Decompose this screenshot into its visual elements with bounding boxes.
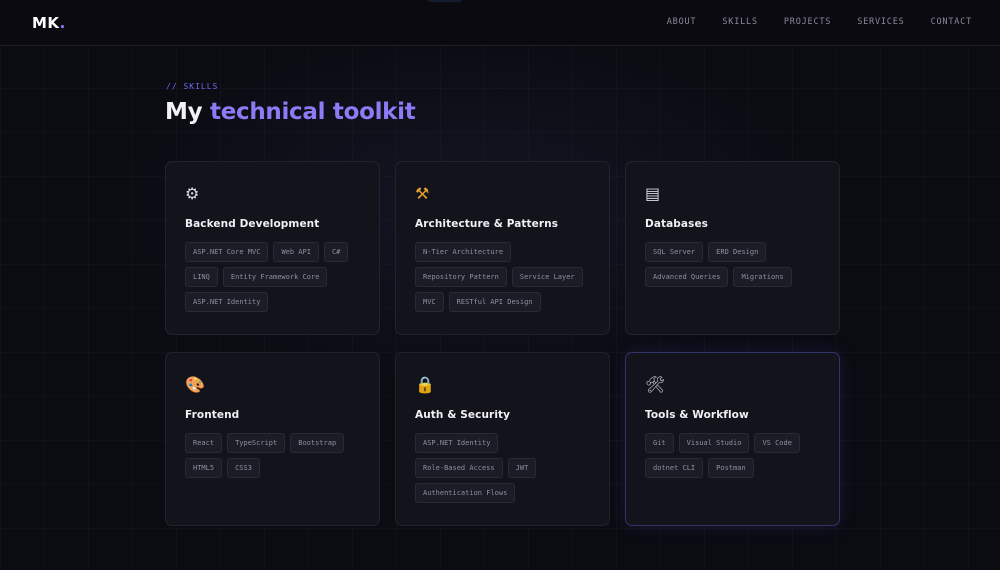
skill-tag: Service Layer [511, 267, 583, 287]
card-title: Architecture & Patterns [415, 218, 559, 230]
tag-list: SQL Server ERD Design Advanced Queries M… [645, 242, 820, 287]
file-cabinet-icon: ▤ [645, 184, 661, 203]
title-plain: My [165, 99, 210, 125]
nav-link-skills[interactable]: SKILLS [722, 17, 758, 27]
skill-tag: C# [323, 242, 349, 262]
skill-card-frontend: 🎨 Frontend React TypeScript Bootstrap HT… [165, 352, 380, 526]
site-header: MK. ABOUT SKILLS PROJECTS SERVICES CONTA… [0, 0, 1000, 46]
site-logo[interactable]: MK. [32, 14, 66, 32]
card-title: Auth & Security [415, 409, 511, 421]
skill-tag: Postman [708, 458, 754, 478]
skill-card-backend: ⚙ Backend Development ASP.NET Core MVC W… [165, 161, 380, 335]
main-nav: ABOUT SKILLS PROJECTS SERVICES CONTACT [667, 17, 972, 27]
skill-tag: React [185, 433, 223, 453]
title-accent: technical toolkit [210, 99, 416, 125]
card-title: Databases [645, 218, 709, 230]
card-title: Backend Development [185, 218, 320, 230]
skill-tag: ERD Design [708, 242, 767, 262]
skill-tag: Bootstrap [290, 433, 345, 453]
section-tag: // SKILLS [166, 82, 219, 91]
nav-link-services[interactable]: SERVICES [857, 17, 904, 27]
skill-tag: VS Code [754, 433, 800, 453]
gear-icon: ⚙ [185, 184, 200, 203]
skill-tag: Role-Based Access [415, 458, 503, 478]
skill-card-architecture: ⚒ Architecture & Patterns N-Tier Archite… [395, 161, 610, 335]
lock-icon: 🔒 [415, 375, 435, 394]
skill-tag: MVC [415, 292, 444, 312]
palette-icon: 🎨 [185, 375, 205, 394]
hammer-and-pick-icon: ⚒ [415, 184, 430, 203]
card-title: Frontend [185, 409, 240, 421]
skill-tag: Visual Studio [678, 433, 750, 453]
skill-tag: N-Tier Architecture [415, 242, 512, 262]
skill-card-auth-security: 🔒 Auth & Security ASP.NET Identity Role-… [395, 352, 610, 526]
skill-tag: ASP.NET Core MVC [185, 242, 269, 262]
logo-dot: . [59, 14, 66, 32]
skill-card-databases: ▤ Databases SQL Server ERD Design Advanc… [625, 161, 840, 335]
skill-tag: Advanced Queries [645, 267, 729, 287]
tag-list: ASP.NET Identity Role-Based Access JWT A… [415, 433, 590, 503]
skill-tag: Authentication Flows [415, 483, 516, 503]
nav-link-contact[interactable]: CONTACT [931, 17, 972, 27]
tag-list: Git Visual Studio VS Code dotnet CLI Pos… [645, 433, 820, 478]
skill-tag: HTML5 [185, 458, 223, 478]
nav-link-about[interactable]: ABOUT [667, 17, 697, 27]
skill-card-tools-workflow: 🛠 Tools & Workflow Git Visual Studio VS … [625, 352, 840, 526]
skill-tag: LINQ [185, 267, 218, 287]
tools-icon: 🛠 [645, 375, 666, 394]
skill-tag: Migrations [733, 267, 792, 287]
skill-tag: RESTful API Design [448, 292, 541, 312]
nav-link-projects[interactable]: PROJECTS [784, 17, 831, 27]
skill-tag: Entity Framework Core [222, 267, 328, 287]
skills-grid: ⚙ Backend Development ASP.NET Core MVC W… [165, 161, 840, 526]
skill-tag: TypeScript [227, 433, 286, 453]
card-title: Tools & Workflow [645, 409, 749, 421]
tag-list: ASP.NET Core MVC Web API C# LINQ Entity … [185, 242, 360, 312]
skill-tag: Web API [273, 242, 319, 262]
skill-tag: dotnet CLI [645, 458, 704, 478]
skill-tag: Git [645, 433, 674, 453]
logo-text: MK [32, 14, 60, 32]
skill-tag: ASP.NET Identity [185, 292, 269, 312]
skill-tag: ASP.NET Identity [415, 433, 499, 453]
tag-list: React TypeScript Bootstrap HTML5 CSS3 [185, 433, 360, 478]
skill-tag: JWT [507, 458, 537, 478]
section-title: My technical toolkit [165, 99, 416, 125]
skill-tag: Repository Pattern [415, 267, 507, 287]
skill-tag: CSS3 [227, 458, 260, 478]
tag-list: N-Tier Architecture Repository Pattern S… [415, 242, 590, 312]
skill-tag: SQL Server [645, 242, 704, 262]
